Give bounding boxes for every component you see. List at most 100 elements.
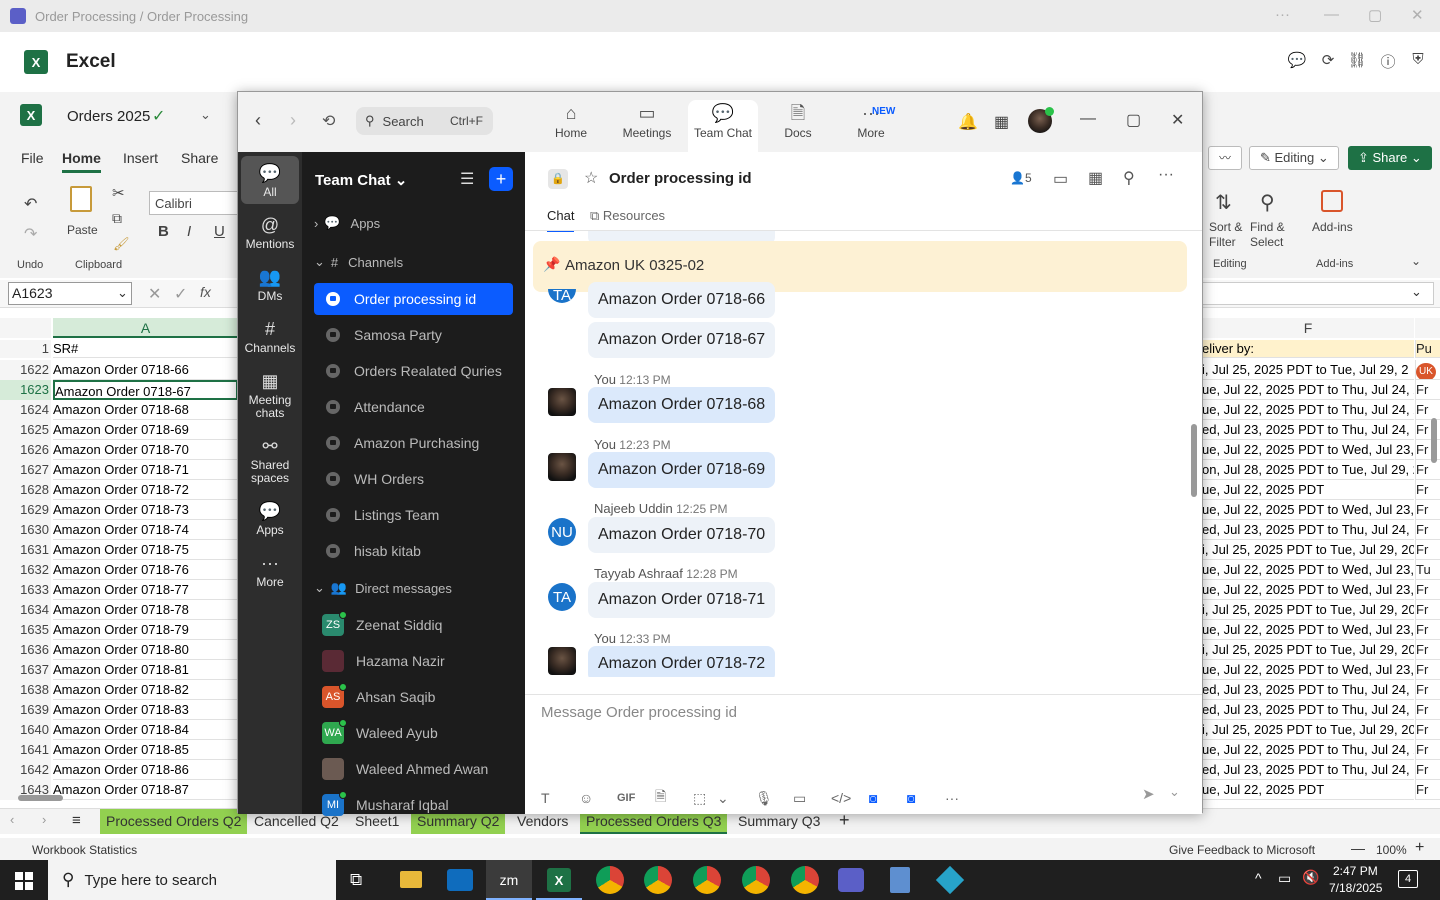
zoom-taskbar-icon[interactable]: zm [486, 860, 532, 900]
code-icon[interactable]: </> [831, 790, 869, 806]
expand-formula-icon[interactable]: ⌄ [1411, 284, 1422, 300]
table-cell[interactable]: Amazon Order 0718-67 [53, 380, 238, 400]
tab-file[interactable]: File [21, 150, 44, 166]
taskbar-search[interactable]: ⚲ Type here to search [48, 860, 336, 900]
clock-time[interactable]: 2:47 PM [1333, 864, 1378, 878]
table-cell[interactable]: Fr [1415, 660, 1440, 680]
message-bubble[interactable]: Amazon Order 0718-71 [588, 582, 776, 618]
table-cell[interactable]: Fr [1415, 720, 1440, 740]
table-cell[interactable]: Fr [1415, 500, 1440, 520]
notifications-icon[interactable]: 4 [1398, 870, 1418, 888]
volume-icon[interactable]: 🔇 [1302, 869, 1319, 886]
table-cell[interactable]: Amazon Order 0718-79 [53, 620, 238, 640]
table-cell[interactable]: ue, Jul 22, 2025 PDT to Thu, Jul 24, 2 [1202, 400, 1414, 420]
copy-icon[interactable]: ⧉ [112, 210, 122, 227]
message-bubble[interactable]: Amazon Order 0718-67 [588, 322, 776, 358]
message-bubble[interactable]: Amazon Order 0718-72 [588, 646, 776, 677]
row-header[interactable]: 1634 [0, 600, 51, 620]
table-cell[interactable]: ue, Jul 22, 2025 PDT to Thu, Jul 24, 2 [1202, 740, 1414, 760]
gif-icon[interactable]: GIF [617, 792, 655, 804]
table-cell[interactable]: Fr [1415, 700, 1440, 720]
table-cell[interactable]: Amazon Order 0718-87 [53, 780, 238, 800]
shield-icon[interactable]: ⛨ [1408, 51, 1428, 71]
table-cell[interactable]: on, Jul 28, 2025 PDT to Tue, Jul 29, 2 [1202, 460, 1414, 480]
nav-home[interactable]: ⌂ Home [536, 100, 606, 152]
nav-docs[interactable]: 🗎 Docs [763, 100, 833, 152]
message-bubble[interactable]: Amazon Order 0718-70 [588, 517, 776, 553]
table-cell[interactable]: Fr [1415, 760, 1440, 780]
chat-app-icon[interactable]: ◙ [907, 790, 945, 806]
table-cell[interactable]: Amazon Order 0718-68 [53, 400, 238, 420]
redo-icon[interactable]: ↷ [24, 224, 37, 244]
all-sheets-icon[interactable]: ≡ [72, 812, 81, 829]
link-icon[interactable]: ⛓ [1347, 51, 1367, 71]
header-cell-g[interactable]: Pu [1415, 340, 1440, 358]
table-cell[interactable]: Amazon Order 0718-78 [53, 600, 238, 620]
font-name-box[interactable]: Calibri [149, 191, 239, 215]
task-view-icon[interactable]: ⧉ [350, 870, 362, 890]
italic-icon[interactable]: I [187, 223, 191, 240]
sort-filter-icon[interactable]: ⇅ [1215, 190, 1232, 215]
row-header[interactable]: 1631 [0, 540, 51, 560]
zoom-out-icon[interactable]: — [1351, 840, 1365, 856]
table-cell[interactable]: ed, Jul 23, 2025 PDT to Thu, Jul 24, : [1202, 700, 1414, 720]
user-avatar[interactable] [548, 647, 576, 675]
tab-insert[interactable]: Insert [123, 150, 158, 166]
table-cell[interactable]: Fr [1415, 640, 1440, 660]
video-call-icon[interactable]: ▭ [1053, 169, 1068, 189]
next-sheet-icon[interactable]: › [42, 812, 46, 827]
more-options-icon[interactable]: ··· [1158, 166, 1174, 184]
paste-icon[interactable] [70, 186, 92, 212]
zoom-search-input[interactable]: ⚲ Search Ctrl+F [356, 107, 493, 135]
team-chat-title[interactable]: Team Chat ⌄ [315, 171, 407, 189]
video-message-icon[interactable]: ▭ [793, 790, 831, 807]
function-icon[interactable]: fx [200, 284, 211, 300]
trend-icon[interactable]: 〰 [1208, 146, 1242, 170]
message-bubble[interactable]: Amazon Order 0718-69 [588, 452, 776, 488]
bell-icon[interactable]: 🔔 [958, 112, 978, 132]
name-box[interactable]: A1623 [8, 282, 132, 305]
dm-item[interactable]: Hazama Nazir [322, 647, 521, 675]
table-cell[interactable]: Amazon Order 0718-86 [53, 760, 238, 780]
nav-more[interactable]: ··· More [836, 100, 906, 152]
tab-share[interactable]: Share [181, 150, 218, 166]
table-cell[interactable]: ue, Jul 22, 2025 PDT to Thu, Jul 24, 2 [1202, 380, 1414, 400]
table-cell[interactable]: Amazon Order 0718-76 [53, 560, 238, 580]
user-avatar[interactable]: UK [1416, 363, 1436, 379]
filter-icon[interactable]: ☰ [460, 169, 474, 189]
chrome-icon[interactable] [644, 866, 672, 894]
history-icon[interactable]: ⟲ [322, 111, 335, 131]
prev-sheet-icon[interactable]: ‹ [10, 812, 14, 827]
new-chat-button[interactable]: + [489, 167, 513, 191]
rail-apps[interactable]: 💬 Apps [241, 498, 299, 537]
file-name[interactable]: Orders 2025 [67, 108, 150, 125]
table-cell[interactable]: Fr [1415, 380, 1440, 400]
table-cell[interactable]: Amazon Order 0718-85 [53, 740, 238, 760]
minimize-icon[interactable]: — [1324, 6, 1339, 23]
microphone-icon[interactable]: 🎙 [755, 790, 793, 807]
send-options-icon[interactable]: ⌄ [1169, 784, 1180, 800]
channel-item[interactable]: Order processing id [314, 283, 513, 315]
row-header[interactable]: 1626 [0, 440, 51, 460]
comment-icon[interactable]: 💬 [1287, 51, 1307, 71]
more-icon[interactable]: ··· [1275, 6, 1290, 23]
row-header[interactable]: 1625 [0, 420, 51, 440]
table-cell[interactable]: ue, Jul 22, 2025 PDT to Wed, Jul 23, 2 [1202, 560, 1414, 580]
dm-item[interactable]: ZS Zeenat Siddiq [322, 611, 521, 639]
header-cell-sr[interactable]: SR# [53, 340, 238, 358]
message-composer[interactable]: Message Order processing id [541, 704, 1181, 721]
row-header[interactable]: 1633 [0, 580, 51, 600]
forward-icon[interactable]: › [290, 110, 296, 131]
row-header[interactable]: 1635 [0, 620, 51, 640]
table-cell[interactable]: UK [1415, 360, 1440, 380]
column-header-g[interactable] [1415, 318, 1440, 338]
file-explorer-icon[interactable] [400, 871, 422, 888]
nav-team-chat[interactable]: 💬 Team Chat [688, 100, 758, 152]
table-cell[interactable]: Amazon Order 0718-71 [53, 460, 238, 480]
addins-icon[interactable] [1321, 190, 1343, 212]
table-cell[interactable]: Amazon Order 0718-81 [53, 660, 238, 680]
user-avatar[interactable] [548, 388, 576, 416]
row-header[interactable]: 1622 [0, 360, 51, 380]
message-bubble[interactable]: Amazon Order 0718-68 [588, 387, 776, 423]
row-header[interactable]: 1627 [0, 460, 51, 480]
